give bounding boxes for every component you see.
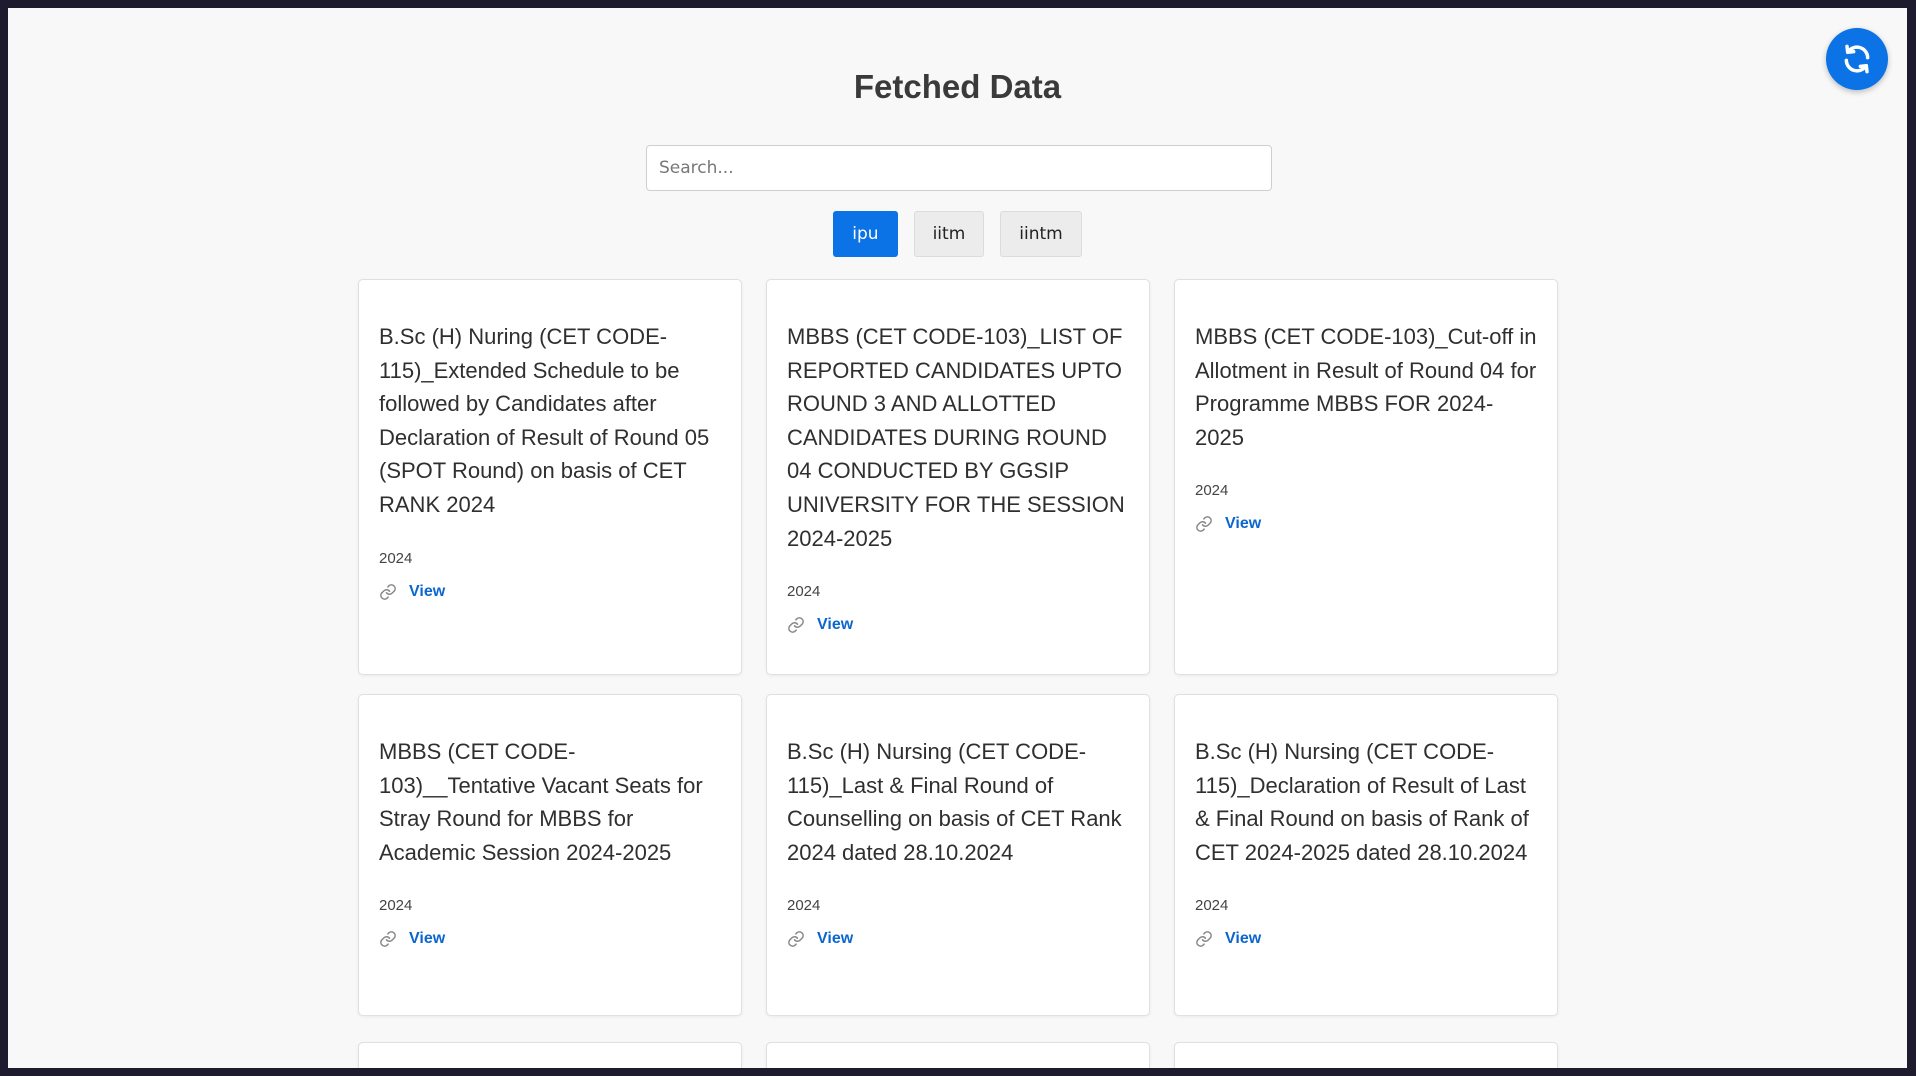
link-icon <box>1196 931 1212 948</box>
tab-iitm[interactable]: iitm <box>913 211 985 257</box>
view-link[interactable]: View <box>1195 515 1539 533</box>
result-card: MBBS (CET CODE-103)__Tentative Vacant Se… <box>358 694 742 1016</box>
view-link[interactable]: View <box>787 930 1131 948</box>
app-frame: Fetched Data ipu iitm iintm B.Sc (H) Nur… <box>8 8 1907 1068</box>
card-year: 2024 <box>379 549 413 567</box>
tab-ipu[interactable]: ipu <box>833 211 898 257</box>
view-link-label: View <box>817 930 854 948</box>
page-title: Fetched Data <box>853 68 1062 105</box>
result-card: MBBS (CET CODE-103)_LIST OF REPORTED CAN… <box>766 279 1150 676</box>
view-link-label: View <box>1225 930 1262 948</box>
view-link-label: View <box>409 930 446 948</box>
link-icon <box>788 931 804 948</box>
card-grid: B.Sc (H) Nuring (CET CODE-115)_Extended … <box>358 279 1568 676</box>
view-link[interactable]: View <box>1195 930 1539 948</box>
view-link-label: View <box>1225 515 1262 533</box>
view-link-label: View <box>817 616 854 634</box>
search-input[interactable] <box>646 145 1272 191</box>
card-year: 2024 <box>787 583 821 601</box>
view-link[interactable]: View <box>379 930 723 948</box>
result-card: B.Sc (H) Nursing (CET CODE-115)_Last & F… <box>766 694 1150 1016</box>
link-icon <box>788 617 804 633</box>
view-link[interactable]: View <box>787 616 1131 634</box>
card-year: 2024 <box>787 897 821 915</box>
result-card: B.Sc (H) Nuring (CET CODE-115)_Extended … <box>358 279 742 676</box>
card-year: 2024 <box>379 897 413 915</box>
view-link-label: View <box>409 582 446 600</box>
view-link[interactable]: View <box>379 583 723 601</box>
card-year: 2024 <box>1195 482 1229 500</box>
source-tabs: ipu iitm iintm <box>8 211 1907 257</box>
result-card: B.Sc (H) Nursing (CET CODE-115)_Declarat… <box>1174 694 1558 1016</box>
link-icon <box>1196 516 1212 533</box>
card-title: MBBS (CET CODE-103)_Cut-off in Allotment… <box>1195 324 1537 450</box>
card-year: 2024 <box>1195 897 1229 915</box>
card-title: MBBS (CET CODE-103)__Tentative Vacant Se… <box>379 739 703 865</box>
card-title: B.Sc (H) Nuring (CET CODE-115)_Extended … <box>379 324 710 517</box>
result-card-partial <box>358 1042 742 1068</box>
card-title: B.Sc (H) Nursing (CET CODE-115)_Last & F… <box>787 739 1122 865</box>
card-grid-row-3 <box>358 1042 1568 1068</box>
result-card-partial <box>766 1042 1150 1068</box>
card-title: MBBS (CET CODE-103)_LIST OF REPORTED CAN… <box>787 324 1125 551</box>
card-title: B.Sc (H) Nursing (CET CODE-115)_Declarat… <box>1195 739 1529 865</box>
link-icon <box>380 931 396 948</box>
result-card: MBBS (CET CODE-103)_Cut-off in Allotment… <box>1174 279 1558 676</box>
result-card-partial <box>1174 1042 1558 1068</box>
card-grid-row-2: MBBS (CET CODE-103)__Tentative Vacant Se… <box>358 694 1568 1016</box>
link-icon <box>380 583 396 600</box>
tab-iintm[interactable]: iintm <box>1000 211 1082 257</box>
